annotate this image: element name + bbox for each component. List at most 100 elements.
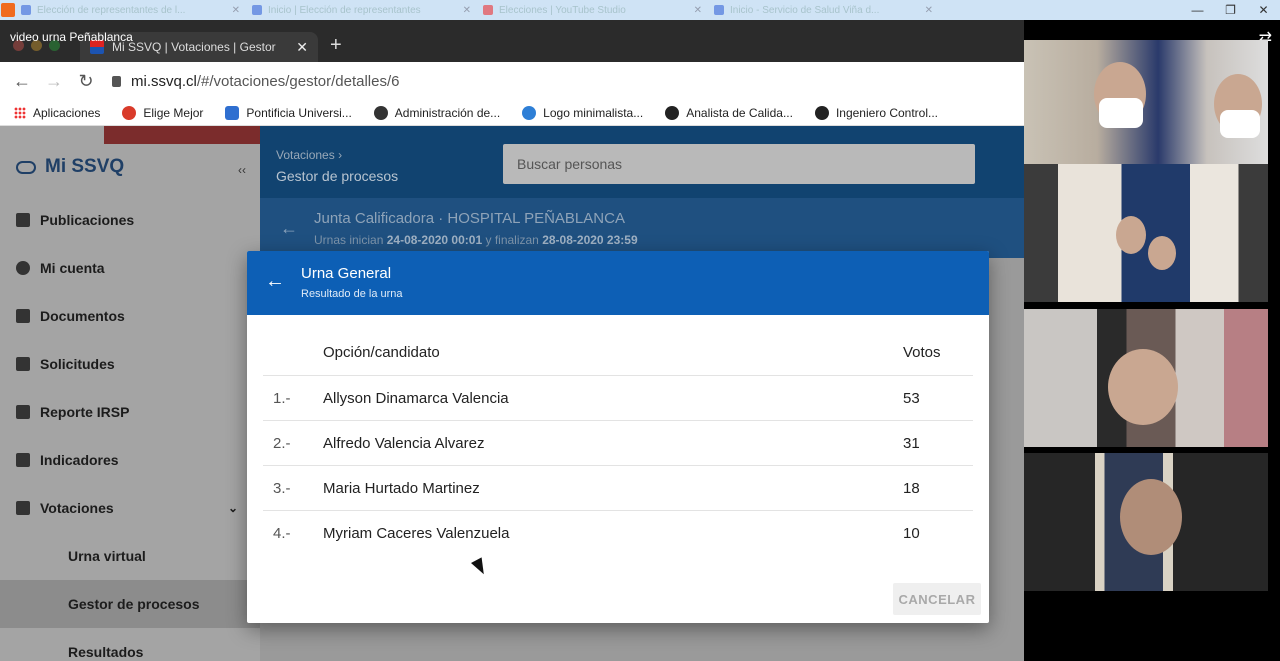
participant-face [1116, 216, 1146, 254]
url-field[interactable]: mi.ssvq.cl/#/votaciones/gestor/detalles/… [112, 73, 399, 90]
document-icon [16, 309, 30, 323]
forward-icon[interactable]: → [38, 71, 70, 92]
sidebar-item-reporte-irsp[interactable]: Reporte IRSP [0, 388, 260, 436]
bookmark-item[interactable]: Ingeniero Control... [814, 105, 938, 120]
vote-count: 18 [903, 479, 920, 497]
os-taskbar: Elección de representantes de l... ✕ Inic… [0, 0, 1280, 20]
video-participants-panel: ⇄ [1024, 20, 1280, 661]
ticket-icon [16, 357, 30, 371]
results-dialog: ← Urna General Resultado de la urna Opci… [247, 251, 989, 623]
table-row: 4.- Myriam Caceres Valenzuela 10 [263, 511, 973, 556]
event-dates: Urnas inician 24-08-2020 00:01 y finaliz… [314, 233, 638, 247]
lock-icon [112, 75, 121, 87]
bookmark-item[interactable]: Administración de... [373, 105, 500, 120]
url-path: /#/votaciones/gestor/detalles/6 [196, 72, 400, 90]
table-row: 1.- Allyson Dinamarca Valencia 53 [263, 376, 973, 421]
close-window-icon[interactable]: ✕ [1247, 0, 1280, 20]
window-controls: — ❐ ✕ [1181, 0, 1280, 20]
close-icon[interactable]: ✕ [694, 5, 702, 16]
sidebar-subitem-gestor-de-procesos[interactable]: Gestor de procesos [0, 580, 260, 628]
apps-grid-icon [14, 106, 26, 119]
back-arrow-icon[interactable]: ← [265, 270, 285, 293]
participant-face [1148, 236, 1176, 270]
tab-favicon-icon [252, 5, 262, 15]
sidebar-accent [104, 126, 260, 144]
sidebar-item-votaciones[interactable]: Votaciones ⌄ [0, 484, 260, 532]
url-host: mi.ssvq.cl [131, 72, 197, 90]
close-icon[interactable]: ✕ [232, 5, 240, 16]
dialog-title: Urna General [301, 265, 392, 282]
os-tab[interactable]: Elección de representantes de l... ✕ [21, 2, 246, 18]
app-icon [1, 3, 15, 17]
os-tab[interactable]: Elecciones | YouTube Studio ✕ [483, 2, 708, 18]
os-tab[interactable]: Inicio - Servicio de Salud Viña d... ✕ [714, 2, 939, 18]
participant-face [1120, 479, 1182, 555]
participant-face [1108, 349, 1178, 425]
sidebar-item-documentos[interactable]: Documentos [0, 292, 260, 340]
close-tab-icon[interactable]: ✕ [296, 39, 308, 56]
reload-icon[interactable]: ↻ [70, 71, 102, 92]
back-arrow-icon[interactable]: ← [280, 218, 298, 239]
new-tab-icon[interactable]: + [330, 34, 342, 57]
sidebar-brand[interactable]: Mi SSVQ [16, 156, 124, 178]
bookmark-item[interactable]: Analista de Calida... [665, 105, 793, 120]
back-icon[interactable]: ← [6, 71, 38, 92]
row-number: 1.- [273, 389, 291, 407]
sidebar-subitem-urna-virtual[interactable]: Urna virtual [0, 532, 260, 580]
table-row: 3.- Maria Hurtado Martinez 18 [263, 466, 973, 511]
bar-chart-icon [16, 453, 30, 467]
search-input[interactable]: Buscar personas [503, 144, 975, 184]
face-mask [1220, 110, 1260, 138]
bookmark-item[interactable]: Elige Mejor [122, 105, 203, 120]
sidebar: Mi SSVQ ‹‹ Publicaciones Mi cuenta Docum… [0, 126, 260, 661]
page-title: Gestor de procesos [276, 168, 399, 184]
chevron-right-icon: › [338, 148, 343, 162]
dialog-header: ← Urna General Resultado de la urna [247, 251, 989, 315]
address-bar: ← → ↻ mi.ssvq.cl/#/votaciones/gestor/det… [0, 62, 1024, 100]
os-tab[interactable]: Inicio | Elección de representantes ✕ [252, 2, 477, 18]
candidate-name: Myriam Caceres Valenzuela [323, 525, 510, 542]
tab-favicon-icon [21, 5, 31, 15]
dialog-subtitle: Resultado de la urna [301, 288, 403, 300]
vote-count: 53 [903, 389, 920, 407]
bookmark-item[interactable]: Logo minimalista... [522, 105, 643, 120]
column-votes: Votos [903, 344, 941, 361]
list-icon [16, 405, 30, 419]
participant-video[interactable] [1024, 309, 1268, 447]
youtube-icon [483, 5, 493, 15]
bookmark-icon [665, 105, 680, 120]
sidebar-item-mi-cuenta[interactable]: Mi cuenta [0, 244, 260, 292]
bookmark-item[interactable]: Pontificia Universi... [225, 105, 352, 120]
participant-video[interactable] [1024, 453, 1268, 591]
newspaper-icon [16, 213, 30, 227]
bookmark-icon [814, 105, 829, 120]
breadcrumb[interactable]: Votaciones › [276, 148, 342, 162]
close-icon[interactable]: ✕ [463, 5, 471, 16]
participant-video[interactable] [1024, 164, 1268, 302]
vote-icon [16, 501, 30, 515]
globe-icon [373, 105, 388, 120]
cancel-button[interactable]: CANCELAR [893, 583, 981, 615]
vote-count: 10 [903, 525, 920, 542]
sidebar-subitem-resultados[interactable]: Resultados [0, 628, 260, 661]
face-mask [1099, 98, 1143, 128]
video-title: video urna Peñablanca [10, 30, 133, 44]
close-icon[interactable]: ✕ [925, 5, 933, 16]
vote-count: 31 [903, 434, 920, 452]
browser-tab-title: Mi SSVQ | Votaciones | Gestor [112, 40, 276, 54]
table-row: 2.- Alfredo Valencia Alvarez 31 [263, 421, 973, 466]
chevron-down-icon: ⌄ [227, 501, 238, 515]
bookmark-apps[interactable]: Aplicaciones [14, 106, 100, 120]
candidate-name: Alfredo Valencia Alvarez [323, 434, 485, 452]
sidebar-item-solicitudes[interactable]: Solicitudes [0, 340, 260, 388]
event-title: Junta Calificadora · HOSPITAL PEÑABLANCA [314, 210, 625, 227]
sidebar-item-indicadores[interactable]: Indicadores [0, 436, 260, 484]
participant-video[interactable] [1024, 40, 1268, 178]
column-option: Opción/candidato [323, 344, 440, 361]
maximize-icon[interactable]: ❐ [1214, 0, 1247, 20]
minimize-icon[interactable]: — [1181, 0, 1214, 20]
sidebar-item-publicaciones[interactable]: Publicaciones [0, 196, 260, 244]
collapse-sidebar-icon[interactable]: ‹‹ [238, 163, 246, 177]
bookmark-icon [225, 105, 240, 120]
bookmarks-bar: Aplicaciones Elige Mejor Pontificia Univ… [0, 100, 1024, 126]
